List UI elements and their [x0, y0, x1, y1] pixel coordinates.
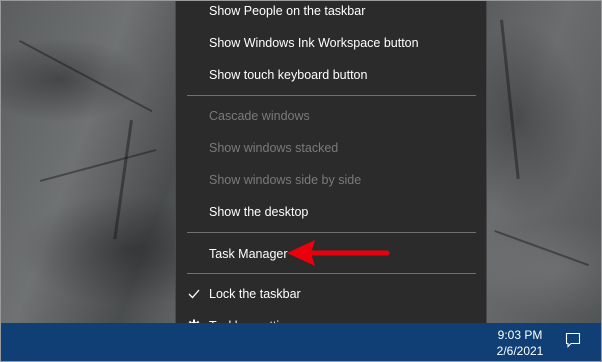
menu-item-lock-taskbar[interactable]: Lock the taskbar — [176, 278, 486, 310]
menu-item-windows-stacked: Show windows stacked — [176, 132, 486, 164]
menu-item-label: Show windows side by side — [209, 173, 362, 187]
menu-item-label: Show Windows Ink Workspace button — [209, 36, 419, 50]
menu-separator — [187, 273, 476, 274]
wallpaper-detail — [494, 230, 589, 267]
menu-item-label: Show the desktop — [209, 205, 309, 219]
menu-item-show-touch-keyboard[interactable]: Show touch keyboard button — [176, 59, 486, 91]
menu-item-label: Show People on the taskbar — [209, 4, 366, 18]
menu-item-show-ink-workspace[interactable]: Show Windows Ink Workspace button — [176, 27, 486, 59]
clock-time: 9:03 PM — [497, 328, 543, 342]
annotation-arrow — [287, 240, 390, 266]
menu-item-label: Lock the taskbar — [209, 287, 301, 301]
tray-clock[interactable]: 9:03 PM 2/6/2021 — [488, 327, 552, 359]
menu-item-show-desktop[interactable]: Show the desktop — [176, 196, 486, 228]
wallpaper-detail — [500, 19, 520, 180]
menu-item-label: Cascade windows — [209, 109, 310, 123]
action-center-button[interactable] — [556, 323, 590, 362]
menu-item-label: Show touch keyboard button — [209, 68, 368, 82]
menu-separator — [187, 95, 476, 96]
check-icon — [186, 286, 202, 302]
menu-item-show-people[interactable]: Show People on the taskbar — [176, 0, 486, 27]
taskbar-context-menu: Show People on the taskbar Show Windows … — [175, 0, 487, 342]
clock-date: 2/6/2021 — [496, 344, 544, 358]
wallpaper-detail — [40, 148, 157, 182]
desktop: Show People on the taskbar Show Windows … — [0, 0, 602, 362]
menu-separator — [187, 232, 476, 233]
menu-item-windows-side-by-side: Show windows side by side — [176, 164, 486, 196]
action-center-icon — [565, 332, 581, 353]
menu-item-label: Show windows stacked — [209, 141, 339, 155]
menu-item-cascade-windows: Cascade windows — [176, 100, 486, 132]
taskbar[interactable]: 9:03 PM 2/6/2021 — [0, 323, 602, 362]
menu-item-label: Task Manager — [209, 247, 288, 261]
wallpaper-detail — [19, 40, 153, 113]
wallpaper-detail — [113, 120, 133, 240]
